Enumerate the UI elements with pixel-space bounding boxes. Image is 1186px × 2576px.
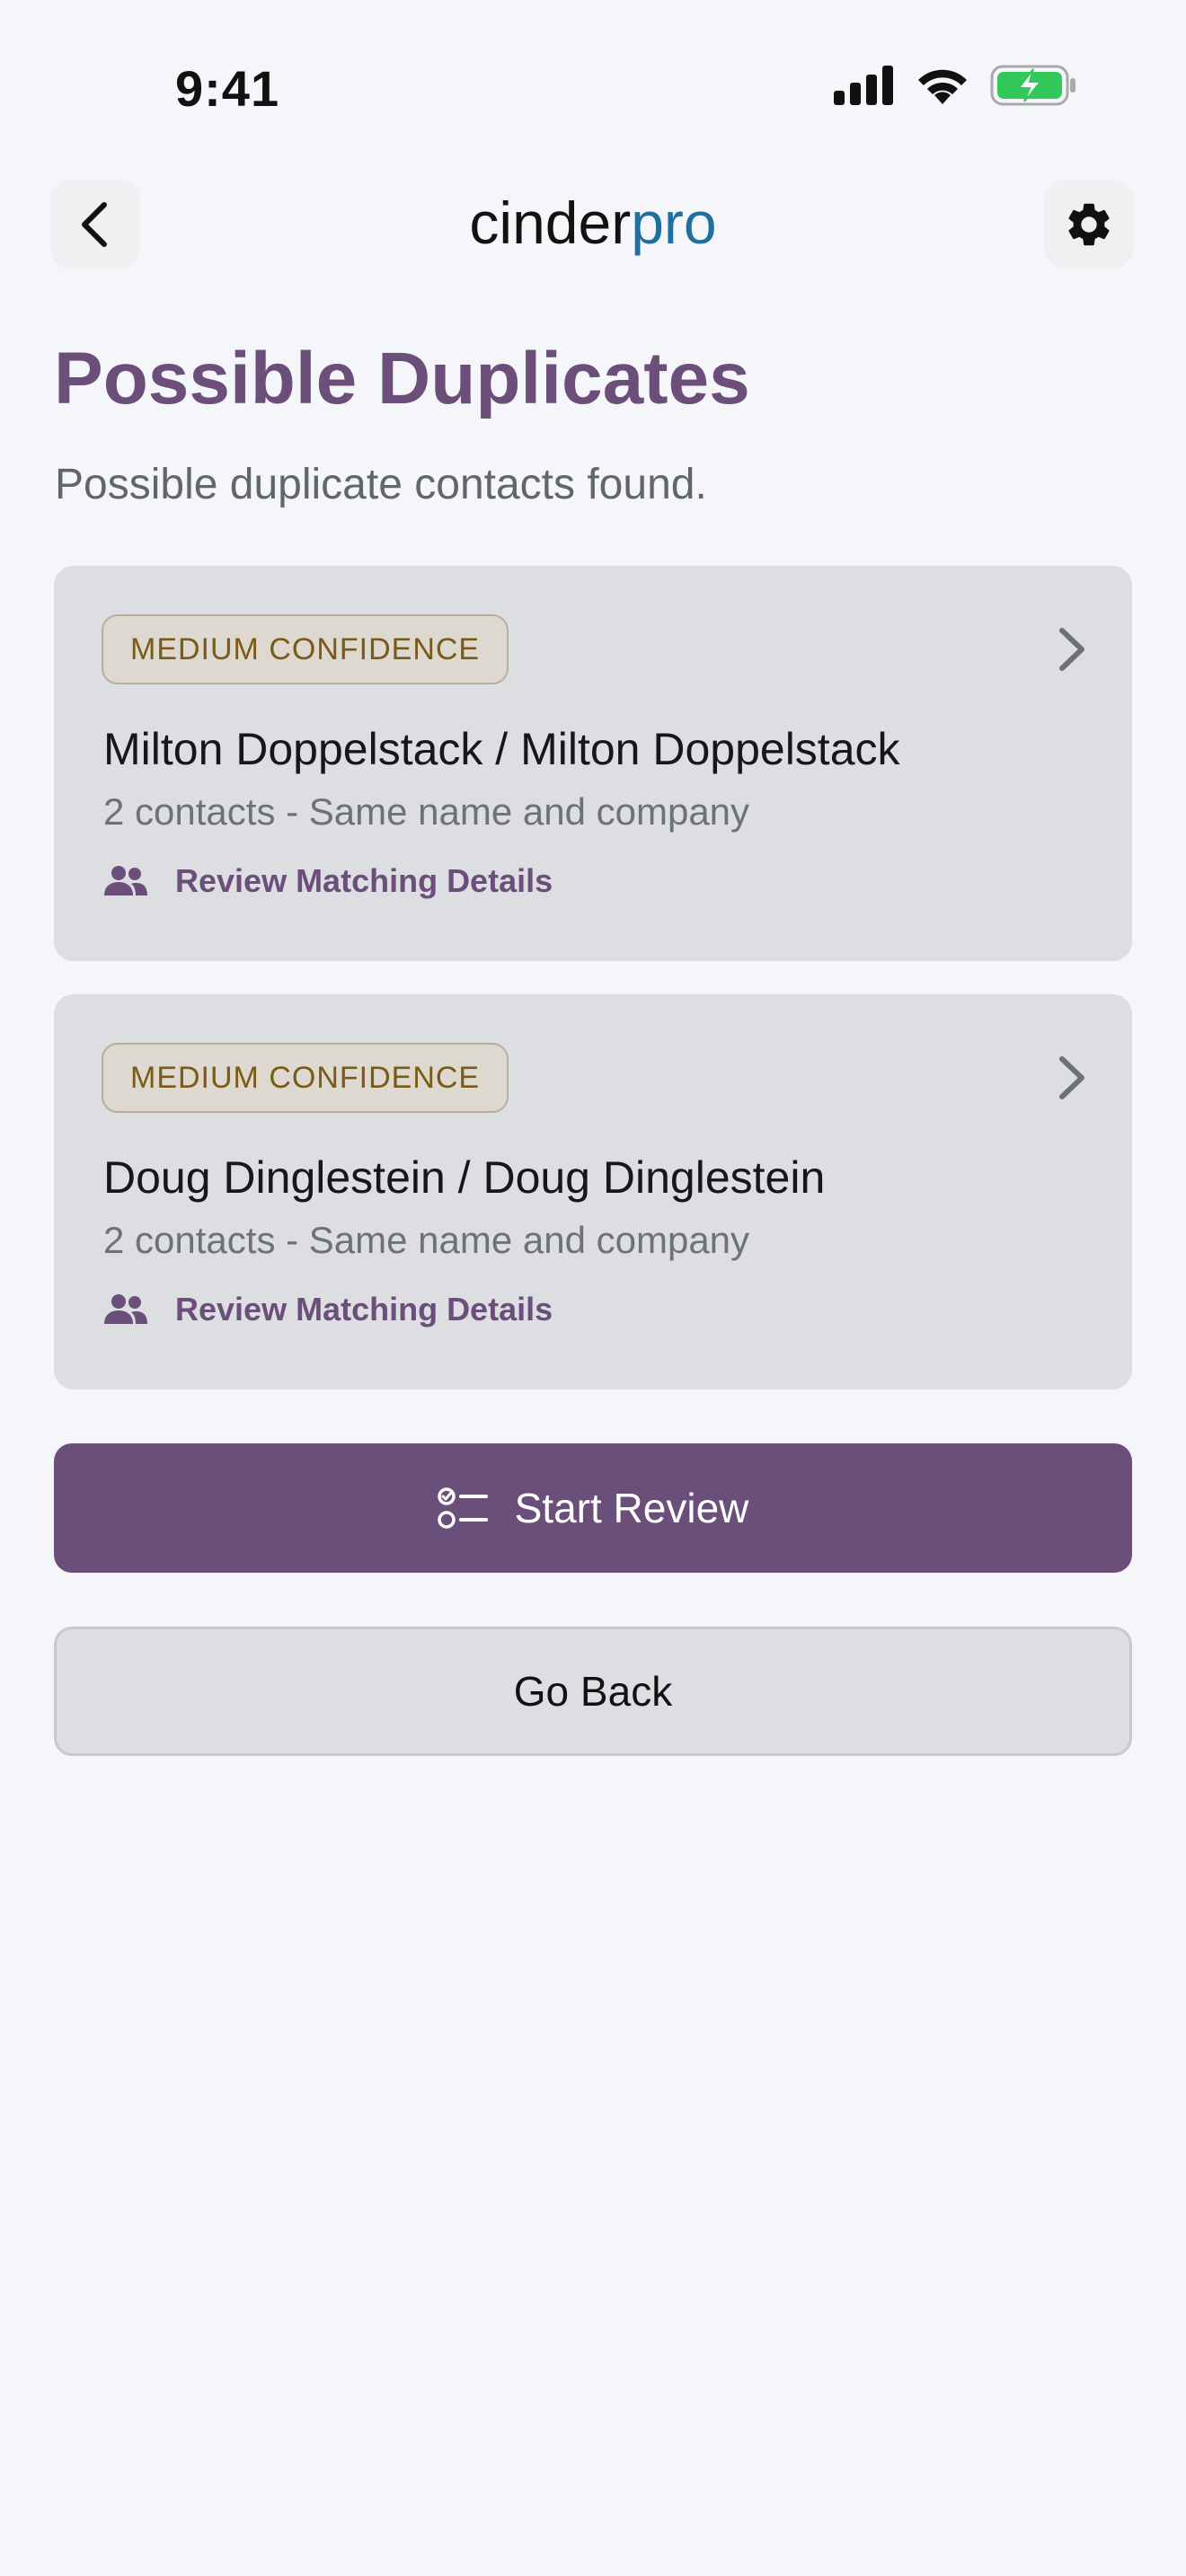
chevron-right-icon <box>1059 628 1084 671</box>
go-back-button[interactable]: Go Back <box>54 1627 1132 1756</box>
chevron-right-icon <box>1059 1056 1084 1099</box>
review-matching-details-link[interactable]: Review Matching Details <box>103 862 553 900</box>
review-link-label: Review Matching Details <box>175 1291 553 1328</box>
start-review-label: Start Review <box>514 1485 749 1531</box>
status-bar: 9:41 <box>0 0 1186 171</box>
signal-icon <box>834 66 893 105</box>
app-logo: cinderpro <box>0 187 1186 259</box>
go-back-label: Go Back <box>513 1668 673 1715</box>
page-subtitle: Possible duplicate contacts found. <box>55 461 707 508</box>
logo-text-pro: pro <box>631 190 717 256</box>
duplicate-subtitle: 2 contacts - Same name and company <box>103 790 750 833</box>
nav-bar: cinderpro <box>0 180 1186 269</box>
page-title: Possible Duplicates <box>54 338 750 419</box>
duplicate-subtitle: 2 contacts - Same name and company <box>103 1219 750 1261</box>
users-icon <box>104 1294 147 1324</box>
duplicate-title: Doug Dinglestein / Doug Dinglestein <box>103 1152 826 1203</box>
wifi-icon <box>918 69 967 104</box>
battery-charging-icon <box>990 65 1075 106</box>
users-icon <box>104 866 147 895</box>
confidence-badge: MEDIUM CONFIDENCE <box>102 1043 509 1113</box>
start-review-button[interactable]: Start Review <box>54 1443 1132 1573</box>
settings-button[interactable] <box>1044 180 1134 269</box>
duplicate-title: Milton Doppelstack / Milton Doppelstack <box>103 724 900 774</box>
duplicate-card[interactable]: MEDIUM CONFIDENCE Milton Doppelstack / M… <box>54 566 1132 961</box>
review-link-label: Review Matching Details <box>175 862 553 899</box>
confidence-badge: MEDIUM CONFIDENCE <box>102 614 509 684</box>
duplicate-card[interactable]: MEDIUM CONFIDENCE Doug Dinglestein / Dou… <box>54 994 1132 1389</box>
gear-icon <box>1068 203 1110 246</box>
logo-text-cinder: cinder <box>469 190 632 256</box>
status-icons <box>834 65 1078 106</box>
status-time: 9:41 <box>175 60 280 117</box>
checklist-icon <box>437 1487 488 1529</box>
review-matching-details-link[interactable]: Review Matching Details <box>103 1291 553 1328</box>
